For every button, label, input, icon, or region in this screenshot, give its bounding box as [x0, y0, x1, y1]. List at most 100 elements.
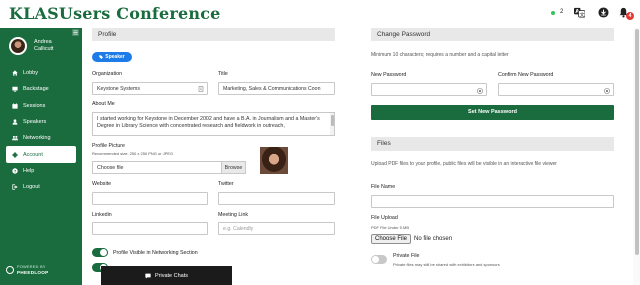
- files-section-header: Files: [371, 137, 614, 151]
- title-field[interactable]: Marketing, Sales & Communications Coon: [218, 82, 335, 95]
- field-menu-icon: [198, 86, 204, 92]
- help-icon: ?: [12, 168, 18, 174]
- confirm-password-field[interactable]: [498, 83, 614, 96]
- about-value: I started working for Keystone in Decemb…: [97, 116, 320, 129]
- no-file-chosen-text: No file chosen: [414, 236, 453, 242]
- toggle-knob: [372, 256, 379, 263]
- about-label: About Me: [92, 101, 115, 107]
- file-name-label: File Name: [371, 184, 396, 190]
- new-password-label: New Password: [371, 72, 407, 78]
- avatar-photo: [11, 39, 25, 53]
- sidebar-item-help[interactable]: ? Help: [6, 163, 76, 179]
- browse-button[interactable]: Browse: [221, 162, 245, 173]
- sidebar-item-speakers[interactable]: Speakers: [6, 114, 76, 130]
- twitter-field[interactable]: [218, 192, 335, 205]
- file-name-field[interactable]: [371, 195, 614, 208]
- confirm-password-label: Confirm New Password: [498, 72, 554, 78]
- speakers-icon: [12, 119, 18, 125]
- pheedloop-logo-icon: [6, 266, 14, 274]
- files-help: Upload PDF files to your profile, public…: [371, 161, 557, 167]
- meeting-link-field[interactable]: e.g. Calendly: [218, 222, 335, 235]
- set-new-password-button[interactable]: Set New Password: [371, 105, 614, 120]
- sidebar-item-backstage[interactable]: Backstage: [6, 81, 76, 97]
- translate-icon[interactable]: A 文: [574, 7, 585, 18]
- meeting-link-label: Meeting Link: [218, 212, 249, 218]
- profile-visible-toggle[interactable]: [92, 248, 108, 257]
- private-chats-label: Private Chats: [154, 272, 188, 279]
- twitter-label: Twitter: [218, 181, 234, 187]
- new-password-field[interactable]: [371, 83, 487, 96]
- sidebar-item-label: Help: [23, 167, 35, 174]
- online-status-icon: [551, 11, 555, 15]
- website-label: Website: [92, 181, 112, 187]
- private-chats-bar[interactable]: Private Chats: [101, 266, 232, 285]
- eye-icon[interactable]: [604, 87, 610, 94]
- profile-picture-hint: Recommended size: 250 x 250 PNG or JPEG: [92, 151, 174, 156]
- profile-visible-label: Profile Visible in Networking Section: [113, 250, 198, 256]
- private-file-hint: Private files may still be shared with e…: [393, 262, 500, 267]
- sidebar-item-logout[interactable]: Logout: [6, 179, 76, 195]
- user-last-name: Callicutt: [34, 46, 54, 52]
- linkedin-label: Linkedin: [92, 212, 112, 218]
- toggle-knob: [100, 249, 107, 256]
- avatar[interactable]: [9, 37, 27, 55]
- choose-file-button[interactable]: Choose File: [371, 234, 412, 244]
- networking-icon: [12, 136, 18, 141]
- about-textarea[interactable]: I started working for Keystone in Decemb…: [92, 112, 335, 136]
- linkedin-field[interactable]: [92, 222, 208, 235]
- notification-badge: 4: [626, 12, 634, 20]
- title-label: Title: [218, 71, 228, 77]
- backstage-icon: [12, 87, 18, 93]
- tag-icon: [99, 55, 104, 59]
- sidebar-item-label: Networking: [23, 135, 51, 142]
- sidebar-nav: Lobby Backstage Sessions Speakers Networ…: [6, 65, 76, 195]
- website-field[interactable]: [92, 192, 208, 205]
- powered-by[interactable]: POWERED BY PHEEDLOOP: [6, 264, 78, 278]
- about-scrollbar[interactable]: [330, 113, 334, 135]
- about-scrollbar-thumb[interactable]: [330, 115, 334, 126]
- top-header: KLASUsers Conference: [0, 0, 640, 28]
- powered-by-label: POWERED BY: [17, 265, 46, 269]
- password-help: Minimum 10 characters; requires a number…: [371, 52, 509, 58]
- svg-text:?: ?: [14, 169, 16, 173]
- conference-title[interactable]: KLASUsers Conference: [9, 4, 221, 23]
- page-scrollbar-thumb[interactable]: [634, 29, 639, 255]
- online-count[interactable]: 2: [560, 9, 563, 15]
- private-file-label: Private File: [393, 253, 420, 259]
- profile-picture-preview: [260, 147, 288, 174]
- profile-picture-label: Profile Picture: [92, 143, 125, 149]
- file-upload-input[interactable]: Choose File No file chosen: [371, 234, 452, 244]
- organization-value: Keystone Systems: [97, 86, 140, 92]
- sidebar-item-label: Sessions: [23, 102, 46, 109]
- role-pill-label: Speaker: [105, 54, 125, 60]
- change-password-header: Change Password: [371, 28, 614, 41]
- organization-field[interactable]: Keystone Systems: [92, 82, 208, 95]
- sidebar-item-networking[interactable]: Networking: [6, 130, 76, 146]
- sidebar-item-label: Speakers: [23, 119, 47, 126]
- sidebar: Andrea Callicutt Lobby Backstage Session…: [0, 28, 82, 285]
- file-upload-label: File Upload: [371, 215, 398, 221]
- private-file-toggle[interactable]: [371, 255, 387, 264]
- organization-label: Organization: [92, 71, 123, 77]
- logout-icon: [12, 184, 18, 190]
- sidebar-item-label: Logout: [23, 184, 40, 191]
- choose-file-text: Choose file: [97, 165, 124, 171]
- powered-by-brand: PHEEDLOOP: [17, 270, 49, 275]
- user-profile[interactable]: Andrea Callicutt: [9, 37, 79, 57]
- sidebar-item-label: Lobby: [23, 70, 38, 77]
- file-upload-hint: PDF File Under 5 MB: [371, 225, 410, 230]
- role-pill-speaker: Speaker: [92, 52, 132, 62]
- chat-icon: [145, 273, 151, 279]
- sidebar-item-label: Backstage: [23, 86, 49, 93]
- user-name: Andrea Callicutt: [34, 39, 54, 53]
- profile-picture-input[interactable]: Choose file Browse: [92, 161, 246, 174]
- eye-icon[interactable]: [477, 87, 483, 94]
- sidebar-item-label: Account: [23, 151, 43, 158]
- gear-icon: [12, 151, 18, 158]
- download-icon[interactable]: [598, 7, 609, 18]
- menu-collapse-icon[interactable]: [72, 29, 79, 36]
- sidebar-item-sessions[interactable]: Sessions: [6, 98, 76, 114]
- profile-section-header: Profile: [92, 28, 335, 41]
- sidebar-item-lobby[interactable]: Lobby: [6, 65, 76, 81]
- sidebar-item-account[interactable]: Account: [6, 146, 76, 163]
